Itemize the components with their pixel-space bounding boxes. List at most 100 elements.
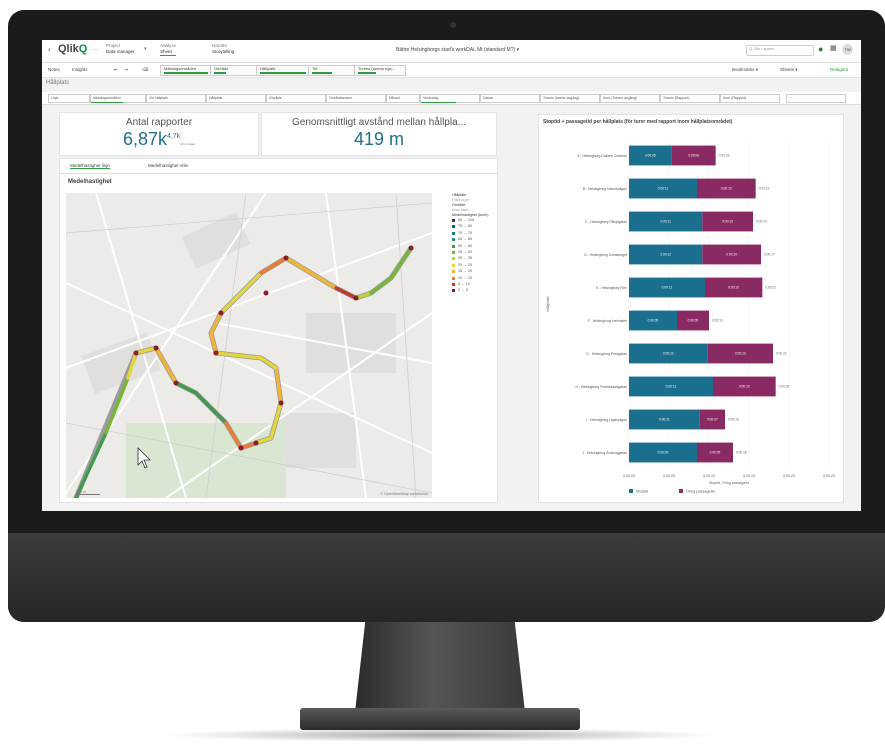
- webcam: [450, 22, 456, 28]
- kpi-antal-rapporter[interactable]: Antal rapporter 6,87k4,7k10 st vägar: [59, 112, 259, 156]
- sheets-button[interactable]: Sheets ▾: [780, 67, 798, 73]
- chart-legend-swatch: [629, 489, 633, 493]
- selection-toolbar: Notes Insights ⇤ ⇥ ⌫ Mätningsområden Omr…: [42, 63, 861, 78]
- bar-value-label: 0:00:05: [710, 451, 721, 455]
- bar-value-label: 0:00:13: [666, 385, 677, 389]
- legend-swatch: [452, 231, 455, 235]
- legend-label: 0 → 5: [458, 288, 468, 293]
- legend-swatch: [452, 263, 455, 267]
- filter-button[interactable]: Område: [266, 94, 326, 103]
- filter-button[interactable]: Kunt (Rapport): [720, 94, 780, 103]
- map-attribution[interactable]: © OpenStreetMap contributors: [380, 492, 428, 496]
- tab-medelhastighet-linje[interactable]: Medelhastighet linje: [70, 163, 110, 169]
- filter-button[interactable]: Hållplats: [206, 94, 266, 103]
- filter-pane-bar: Linje Mätningsområden Vid hållplats Hållpla…: [42, 92, 861, 105]
- bar-total-label: 0:00:22: [765, 286, 776, 290]
- legend-swatch: [452, 225, 455, 229]
- map-tabs: Medelhastighet linje Medelhastighet vril…: [60, 159, 497, 174]
- filter-button[interactable]: Datum: [480, 94, 540, 103]
- kpi-value: 6,87k4,7k10 st vägar: [122, 129, 196, 149]
- tab-prepare[interactable]: Project Data manager: [106, 43, 135, 55]
- back-icon[interactable]: ‹: [48, 45, 51, 54]
- qlik-app-screen: ‹ QlikQ ··· Project Data manager ▾ Analyz…: [42, 40, 861, 511]
- tab-analyze[interactable]: Analyze Sheet: [160, 43, 177, 56]
- legend-swatch: [452, 238, 455, 242]
- bar-total-label: 0:00:22: [776, 352, 787, 356]
- chart-legend-label: Stoptid: [636, 490, 648, 494]
- bar-value-label: 0:00:10: [722, 220, 733, 224]
- filter-button[interactable]: Månad: [386, 94, 420, 103]
- filter-button[interactable]: Vid hållplats: [146, 94, 206, 103]
- sheet-title: Hållplats: [46, 80, 70, 86]
- selection-chip-turens[interactable]: Turens (turens ega...: [354, 65, 406, 76]
- more-menu-icon[interactable]: ···: [92, 47, 98, 53]
- legend-item: 0 → 5: [452, 288, 496, 294]
- selection-chip-tid[interactable]: Tid: [308, 65, 356, 76]
- clear-selections-icon[interactable]: ⌫: [142, 67, 148, 73]
- chart-title: Stoptid + passagetid per hållplats (för …: [543, 119, 733, 125]
- tab-narrate[interactable]: Narrate Storytelling: [212, 43, 234, 55]
- selection-back-icon[interactable]: ⇤: [114, 67, 118, 73]
- selection-chip-matningsomraden[interactable]: Mätningsområden: [160, 65, 212, 76]
- y-tick-label: I - Helsingborg Lägervägen: [586, 418, 627, 422]
- legend-label: 15 → 20: [458, 269, 472, 274]
- qlik-logo: QlikQ: [58, 43, 88, 55]
- legend-swatch: [452, 257, 455, 261]
- x-tick-label: 0:00:05: [663, 474, 675, 478]
- edit-sheet-button[interactable]: Redigera: [830, 67, 848, 72]
- map-canvas[interactable]: 200 m © OpenStreetMap contributors: [66, 193, 432, 498]
- legend-swatch: [452, 289, 455, 293]
- legend-swatch: [452, 276, 455, 280]
- chevron-down-icon[interactable]: ▾: [144, 46, 147, 52]
- map-title: Medelhastighet: [68, 179, 112, 185]
- bar-total-label: 0:00:16: [712, 319, 723, 323]
- bar-value-label: 0:00:10: [728, 286, 739, 290]
- bar-value-label: 0:00:05: [648, 319, 659, 323]
- bar-value-label: 0:00:12: [660, 253, 671, 257]
- filter-button[interactable]: Turens (Rapport): [660, 94, 720, 103]
- bar-value-label: 0:00:12: [662, 286, 673, 290]
- filter-button[interactable]: Linje: [48, 94, 90, 103]
- legend-label: 10 → 15: [458, 275, 472, 280]
- bar-value-label: 0:00:05: [645, 154, 656, 158]
- monitor-chin: [8, 533, 885, 622]
- filter-button[interactable]: ···: [786, 94, 846, 103]
- monitor-stand-neck: [355, 622, 525, 712]
- grid-icon[interactable]: ▦: [830, 44, 837, 52]
- lightbulb-icon[interactable]: ●: [818, 44, 823, 54]
- filter-button[interactable]: Områdesnamn: [326, 94, 386, 103]
- stacked-bar-chart[interactable]: 0:00:00 0:00:05 0:00:10 0:00:15 0:00:20 0:00:…: [539, 129, 843, 501]
- map-panel: Medelhastighet linje Medelhastighet vril…: [59, 158, 498, 503]
- kpi-genomsnittligt-avstand[interactable]: Genomsnittligt avstånd mellan hållpla...…: [261, 112, 497, 156]
- bar-total-label: 0:00:19: [756, 220, 767, 224]
- legend-label: 70 → 75: [458, 230, 472, 235]
- filter-button[interactable]: Veckodag: [420, 94, 480, 103]
- selection-forward-icon[interactable]: ⇥: [124, 67, 128, 73]
- bookmarks-button[interactable]: Bookmarks ▾: [732, 67, 758, 73]
- bar-total-label: 0:00:26: [779, 385, 790, 389]
- legend-label: 60 → 100: [458, 218, 474, 222]
- avatar[interactable]: TW: [842, 44, 853, 55]
- bar-value-label: 0:00:10: [739, 385, 750, 389]
- chart-legend-label: Öring passagetid: [686, 490, 715, 494]
- legend-label: 20 → 25: [458, 262, 472, 267]
- x-tick-label: 0:00:00: [623, 474, 635, 478]
- bar-value-label: 0:00:11: [659, 418, 670, 422]
- bar-total-label: 0:00:19: [759, 187, 770, 191]
- legend-label: 25 → 35: [458, 256, 472, 261]
- search-input[interactable]: Q Sök i appen: [746, 45, 814, 56]
- filter-button[interactable]: Kunt (Turens avgång): [600, 94, 660, 103]
- selection-chip-hallplats[interactable]: Hållplats: [256, 65, 310, 76]
- notes-button[interactable]: Notes: [48, 67, 60, 72]
- filter-button[interactable]: Mätningsområden: [90, 94, 146, 103]
- app-title[interactable]: Bättre Helsingborgs stad's workDAL Mt (s…: [396, 47, 519, 53]
- filter-button[interactable]: Turens (turens avgång): [540, 94, 600, 103]
- insights-button[interactable]: Insights: [72, 67, 88, 72]
- tab-medelhastighet-vrile[interactable]: Medelhastighet vrile: [148, 163, 188, 168]
- legend-label: 60 → 65: [458, 237, 472, 242]
- bar-value-label: 0:00:10: [721, 187, 732, 191]
- bar-value-label: 0:00:11: [658, 187, 669, 191]
- bar-total-label: 0:00:16: [728, 418, 739, 422]
- selection-chip-omrade[interactable]: Område: [210, 65, 258, 76]
- legend-label: 5 → 10: [458, 281, 470, 286]
